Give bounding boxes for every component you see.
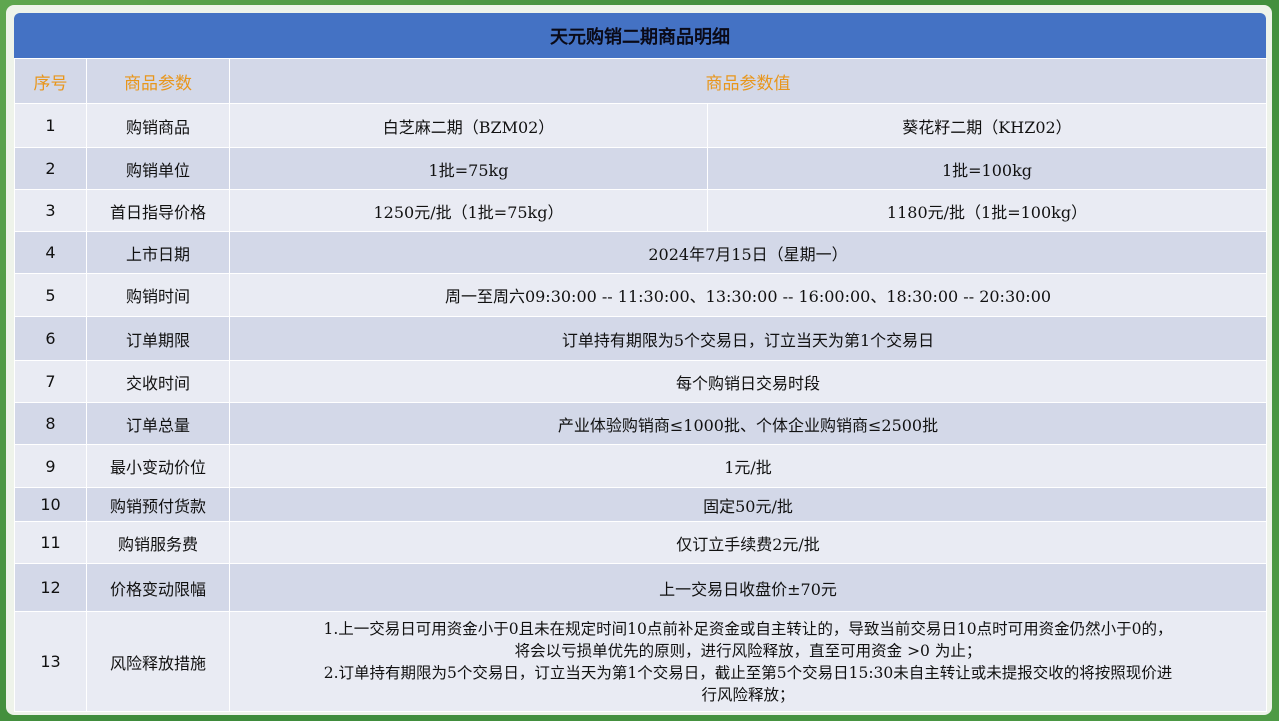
- row-value-b: 1批=100kg: [707, 147, 1267, 190]
- header-value: 商品参数值: [229, 58, 1267, 104]
- table-title: 天元购销二期商品明细: [14, 13, 1266, 58]
- row-value: 订单持有期限为5个交易日，订立当天为第1个交易日: [229, 316, 1267, 361]
- measure-line: 行风险释放；: [701, 685, 795, 704]
- row-value: 2024年7月15日（星期一）: [229, 231, 1267, 274]
- row-value-a: 1250元/批（1批=75kg）: [229, 189, 708, 232]
- measure-line: 1.上一交易日可用资金小于0且未在规定时间10点前补足资金或自主转让的，导致当前…: [323, 619, 1173, 638]
- header-param: 商品参数: [86, 58, 230, 104]
- row-value: 上一交易日收盘价±70元: [229, 563, 1267, 612]
- table-row: 13 风险释放措施 1.上一交易日可用资金小于0且未在规定时间10点前补足资金或…: [14, 611, 1267, 712]
- measure-line: 2.订单持有期限为5个交易日，订立当天为第1个交易日，截止至第5个交易日15:3…: [323, 663, 1173, 682]
- header-no: 序号: [14, 58, 87, 104]
- row-no: 1: [14, 103, 87, 148]
- row-param: 购销单位: [86, 147, 230, 190]
- row-param: 最小变动价位: [86, 444, 230, 488]
- row-param: 购销时间: [86, 273, 230, 317]
- table-row: 1 购销商品 白芝麻二期（BZM02） 葵花籽二期（KHZ02）: [14, 103, 1267, 148]
- table-row: 2 购销单位 1批=75kg 1批=100kg: [14, 147, 1267, 190]
- table-row: 8 订单总量 产业体验购销商≤1000批、个体企业购销商≤2500批: [14, 402, 1267, 445]
- row-param: 订单总量: [86, 402, 230, 445]
- row-no: 13: [14, 611, 87, 712]
- row-no: 12: [14, 563, 87, 612]
- row-param: 购销预付货款: [86, 487, 230, 522]
- row-param: 首日指导价格: [86, 189, 230, 232]
- row-no: 10: [14, 487, 87, 522]
- row-param: 交收时间: [86, 360, 230, 403]
- table-row: 11 购销服务费 仅订立手续费2元/批: [14, 521, 1267, 564]
- row-param: 购销商品: [86, 103, 230, 148]
- row-value: 每个购销日交易时段: [229, 360, 1267, 403]
- row-value: 产业体验购销商≤1000批、个体企业购销商≤2500批: [229, 402, 1267, 445]
- row-value-a: 白芝麻二期（BZM02）: [229, 103, 708, 148]
- row-no: 2: [14, 147, 87, 190]
- row-value-multiline: 1.上一交易日可用资金小于0且未在规定时间10点前补足资金或自主转让的，导致当前…: [229, 611, 1267, 712]
- measure-line: 将会以亏损单优先的原则，进行风险释放，直至可用资金 >0 为止；: [514, 641, 982, 660]
- row-value-a: 1批=75kg: [229, 147, 708, 190]
- row-value-b: 1180元/批（1批=100kg）: [707, 189, 1267, 232]
- table-header-row: 序号 商品参数 商品参数值: [14, 58, 1267, 104]
- table-row: 9 最小变动价位 1元/批: [14, 444, 1267, 488]
- row-no: 4: [14, 231, 87, 274]
- row-no: 8: [14, 402, 87, 445]
- row-value: 周一至周六09:30:00 -- 11:30:00、13:30:00 -- 16…: [229, 273, 1267, 317]
- row-no: 5: [14, 273, 87, 317]
- row-param: 风险释放措施: [86, 611, 230, 712]
- table-row: 6 订单期限 订单持有期限为5个交易日，订立当天为第1个交易日: [14, 316, 1267, 361]
- product-detail-table: 序号 商品参数 商品参数值 1 购销商品 白芝麻二期（BZM02） 葵花籽二期（…: [14, 58, 1267, 712]
- row-value: 1元/批: [229, 444, 1267, 488]
- table-row: 12 价格变动限幅 上一交易日收盘价±70元: [14, 563, 1267, 612]
- table-row: 10 购销预付货款 固定50元/批: [14, 487, 1267, 522]
- row-no: 6: [14, 316, 87, 361]
- row-value-b: 葵花籽二期（KHZ02）: [707, 103, 1267, 148]
- row-no: 7: [14, 360, 87, 403]
- row-param: 订单期限: [86, 316, 230, 361]
- row-param: 上市日期: [86, 231, 230, 274]
- row-no: 9: [14, 444, 87, 488]
- row-param: 购销服务费: [86, 521, 230, 564]
- row-no: 11: [14, 521, 87, 564]
- row-param: 价格变动限幅: [86, 563, 230, 612]
- table-row: 4 上市日期 2024年7月15日（星期一）: [14, 231, 1267, 274]
- page-frame: 天元购销二期商品明细 序号 商品参数 商品参数值 1 购销商品 白芝麻二期（BZ…: [6, 5, 1272, 715]
- row-no: 3: [14, 189, 87, 232]
- row-value: 固定50元/批: [229, 487, 1267, 522]
- table-row: 3 首日指导价格 1250元/批（1批=75kg） 1180元/批（1批=100…: [14, 189, 1267, 232]
- row-value: 仅订立手续费2元/批: [229, 521, 1267, 564]
- table-row: 7 交收时间 每个购销日交易时段: [14, 360, 1267, 403]
- table-row: 5 购销时间 周一至周六09:30:00 -- 11:30:00、13:30:0…: [14, 273, 1267, 317]
